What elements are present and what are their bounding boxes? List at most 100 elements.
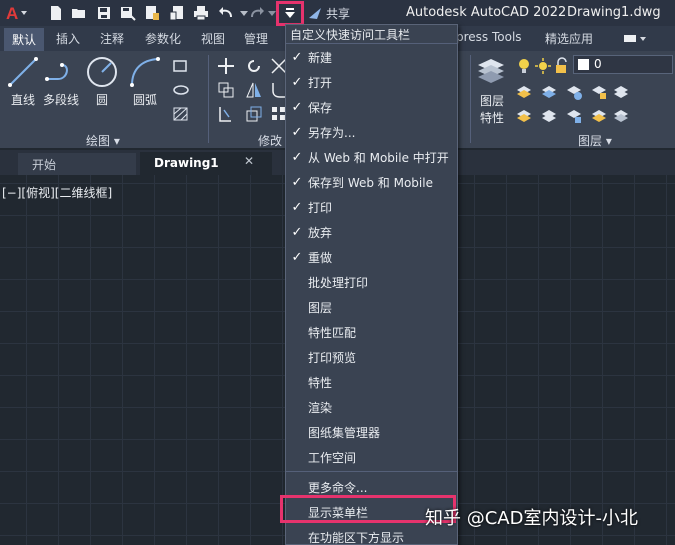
move-icon[interactable] [217,57,235,75]
menu-header: 自定义快速访问工具栏 [290,28,411,42]
menu-item-sheet-set-manager[interactable]: 图纸集管理器 [286,420,457,445]
open-icon[interactable] [69,3,89,23]
tab-view[interactable]: 视图 [201,30,225,47]
web-save-icon[interactable] [167,3,187,23]
line-tool[interactable]: 直线 [6,55,40,108]
modify-panel-title[interactable]: 修改 [258,132,282,149]
layer-tool-icon[interactable] [565,107,583,125]
rectangle-icon[interactable] [172,57,190,75]
menu-item-properties[interactable]: 特性 [286,370,457,395]
check-icon: ✓ [291,175,303,190]
menu-divider [286,43,457,44]
ellipse-icon[interactable] [172,81,190,99]
circle-tool[interactable]: 圆 [85,55,119,108]
layer-tool-icon[interactable] [590,107,608,125]
menu-item-label: 放弃 [308,226,333,240]
rotate-icon[interactable] [245,57,263,75]
check-icon: ✓ [291,50,303,65]
menu-item-label: 批处理打印 [308,276,369,290]
panel-divider [208,55,209,143]
tab-parametric[interactable]: 参数化 [145,30,181,47]
layer-tool-icon[interactable] [590,83,608,101]
menu-item-label: 打印 [308,201,333,215]
save-as-icon[interactable] [118,3,138,23]
tab-default[interactable]: 默认 [4,28,44,51]
document-title: Drawing1.dwg [567,5,661,20]
customize-dropdown-highlight [276,1,304,26]
menu-item-layer[interactable]: 图层 [286,295,457,320]
layer-tool-icon[interactable] [515,107,533,125]
check-icon: ✓ [291,250,303,265]
tab-annotate[interactable]: 注释 [100,30,124,47]
menu-item-render[interactable]: 渲染 [286,395,457,420]
tab-insert[interactable]: 插入 [56,30,80,47]
stretch-icon[interactable] [217,105,235,123]
menu-item-label: 重做 [308,251,333,265]
menu-item-redo[interactable]: ✓ 重做 [286,245,457,270]
arc-label: 圆弧 [132,93,157,107]
menu-item-match-properties[interactable]: 特性匹配 [286,320,457,345]
menu-divider [286,471,457,472]
copy-icon[interactable] [217,81,235,99]
menu-item-label: 图纸集管理器 [308,426,381,440]
tab-start[interactable]: 开始 [18,153,136,175]
layer-tool-icon[interactable] [540,107,558,125]
menu-item-label: 图层 [308,301,333,315]
tab-featured-apps[interactable]: 精选应用 [545,30,593,47]
line-label: 直线 [10,93,35,107]
menu-item-label: 打开 [308,76,333,90]
check-icon: ✓ [291,100,303,115]
tab-express-tools[interactable]: press Tools [456,30,522,44]
menu-item-plot[interactable]: ✓ 打印 [286,195,457,220]
menu-item-label: 保存 [308,101,333,115]
menu-item-label: 另存为... [308,126,356,140]
menu-item-batch-plot[interactable]: 批处理打印 [286,270,457,295]
close-tab-icon[interactable]: ✕ [244,154,254,168]
ribbon-minimize-icon[interactable] [620,33,648,45]
menu-item-undo[interactable]: ✓ 放弃 [286,220,457,245]
layer-panel-title[interactable]: 图层 ▾ [578,132,612,149]
plot-icon[interactable] [191,3,211,23]
share-button[interactable]: 共享 [326,5,350,22]
undo-icon[interactable] [216,3,236,23]
mirror-icon[interactable] [245,81,263,99]
arc-icon [130,57,160,87]
tab-manage[interactable]: 管理 [244,30,268,47]
save-icon[interactable] [94,3,114,23]
check-icon: ✓ [291,225,303,240]
scale-icon[interactable] [245,105,263,123]
hatch-icon[interactable] [172,105,190,123]
menu-item-new[interactable]: ✓ 新建 [286,45,457,70]
lightbulb-icon[interactable] [515,57,533,75]
circle-label: 圆 [95,93,108,107]
layer-select[interactable]: 0 [573,55,673,74]
sun-icon[interactable] [534,57,552,75]
menu-item-label: 新建 [308,51,333,65]
layer-tool-icon[interactable] [565,83,583,101]
menu-item-open-web-mobile[interactable]: ✓ 从 Web 和 Mobile 中打开 [286,145,457,170]
layer-tool-icon[interactable] [515,83,533,101]
arc-tool[interactable]: 圆弧 [128,55,162,108]
draw-panel-label: 绘图 [86,134,111,148]
layer-tool-icon[interactable] [612,83,630,101]
menu-item-save-as[interactable]: ✓ 另存为... [286,120,457,145]
menu-item-workspace[interactable]: 工作空间 [286,445,457,470]
layer-tool-icon[interactable] [540,83,558,101]
draw-panel-title[interactable]: 绘图 ▾ [86,132,120,149]
layer-properties-icon[interactable] [474,55,508,87]
menu-item-save-web-mobile[interactable]: ✓ 保存到 Web 和 Mobile [286,170,457,195]
menu-item-plot-preview[interactable]: 打印预览 [286,345,457,370]
menu-item-save[interactable]: ✓ 保存 [286,95,457,120]
polyline-tool[interactable]: 多段线 [43,55,79,108]
share-icon[interactable] [305,3,325,23]
menu-item-label: 从 Web 和 Mobile 中打开 [308,151,449,165]
polyline-label: 多段线 [43,93,80,107]
autocad-logo-icon[interactable]: A [4,2,30,24]
unlock-icon[interactable] [553,57,571,75]
menu-item-open[interactable]: ✓ 打开 [286,70,457,95]
check-icon: ✓ [291,125,303,140]
layer-tool-icon[interactable] [612,107,630,125]
viewport-controls[interactable]: [−][俯视][二维线框] [2,184,112,201]
new-icon[interactable] [46,3,66,23]
web-open-icon[interactable] [142,3,162,23]
